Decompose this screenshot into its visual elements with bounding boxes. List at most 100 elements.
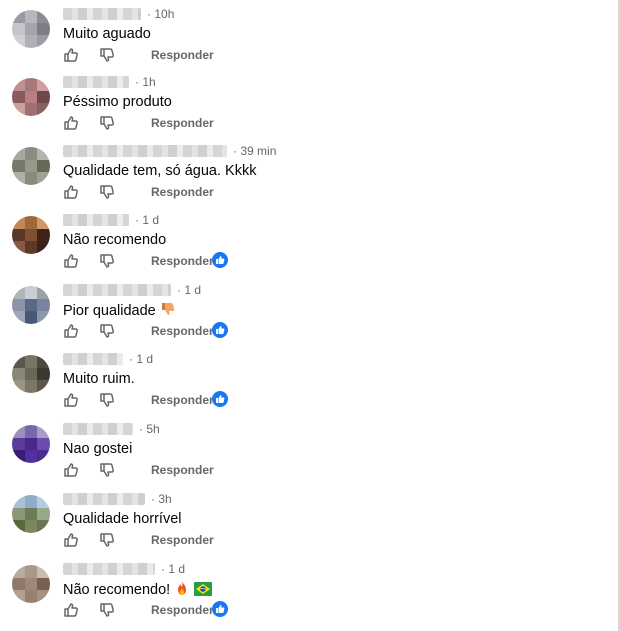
comment-actions: Responder [63, 182, 214, 202]
comment-timestamp[interactable]: 1 d [161, 562, 185, 576]
like-reaction-icon[interactable] [212, 252, 228, 268]
reply-button[interactable]: Responder [151, 603, 214, 617]
comment-text: Não recomendo! [63, 580, 213, 601]
comment-item: 3h Qualidade horrível Responder [0, 490, 600, 560]
avatar[interactable] [12, 355, 50, 393]
avatar[interactable] [12, 10, 50, 48]
like-icon[interactable] [63, 253, 79, 269]
like-icon[interactable] [63, 462, 79, 478]
comment-item: 1h Péssimo produto Responder [0, 73, 600, 143]
comment-text: Péssimo produto [63, 93, 172, 111]
dislike-icon[interactable] [99, 323, 115, 339]
dislike-icon[interactable] [99, 47, 115, 63]
reply-button[interactable]: Responder [151, 324, 214, 338]
dislike-icon[interactable] [99, 602, 115, 618]
dislike-icon[interactable] [99, 184, 115, 200]
comment-item: 10h Muito aguado Responder [0, 5, 600, 75]
like-icon[interactable] [63, 602, 79, 618]
avatar[interactable] [12, 147, 50, 185]
dislike-icon[interactable] [99, 253, 115, 269]
like-icon[interactable] [63, 184, 79, 200]
comment-text-content: Não recomendo! [63, 582, 171, 598]
avatar[interactable] [12, 286, 50, 324]
avatar[interactable] [12, 495, 50, 533]
redacted-author-name[interactable] [63, 493, 145, 505]
avatar[interactable] [12, 425, 50, 463]
comment-timestamp[interactable]: 10h [147, 7, 174, 21]
redacted-author-name[interactable] [63, 353, 123, 365]
like-reaction-icon[interactable] [212, 601, 228, 617]
reply-button[interactable]: Responder [151, 185, 214, 199]
comment-item: 1 d Pior qualidade Responder [0, 281, 600, 351]
comment-timestamp[interactable]: 1 d [177, 283, 201, 297]
comment-text: Muito ruim. [63, 370, 135, 388]
comment-actions: Responder [63, 600, 214, 620]
reply-button[interactable]: Responder [151, 533, 214, 547]
comment-meta: 1 d [63, 352, 153, 366]
reply-button[interactable]: Responder [151, 463, 214, 477]
comment-meta: 1h [63, 75, 156, 89]
comment-actions: Responder [63, 530, 214, 550]
comment-actions: Responder [63, 45, 214, 65]
like-reaction-icon[interactable] [212, 391, 228, 407]
like-icon[interactable] [63, 47, 79, 63]
comment-timestamp[interactable]: 39 min [233, 144, 276, 158]
comment-text-content: Péssimo produto [63, 94, 172, 110]
avatar[interactable] [12, 78, 50, 116]
comment-timestamp[interactable]: 1 d [135, 213, 159, 227]
comment-item: 1 d Não recomendo Responder [0, 211, 600, 281]
redacted-author-name[interactable] [63, 8, 141, 20]
like-icon[interactable] [63, 323, 79, 339]
comment-timestamp[interactable]: 1 d [129, 352, 153, 366]
comment-meta: 39 min [63, 144, 276, 158]
comment-text-content: Qualidade horrível [63, 511, 182, 527]
comment-timestamp[interactable]: 5h [139, 422, 159, 436]
comment-text: Pior qualidade [63, 301, 176, 322]
avatar[interactable] [12, 216, 50, 254]
comment-actions: Responder [63, 460, 214, 480]
comment-meta: 1 d [63, 283, 201, 297]
redacted-author-name[interactable] [63, 145, 227, 157]
comment-item: 5h Nao gostei Responder [0, 420, 600, 490]
like-icon[interactable] [63, 392, 79, 408]
like-icon[interactable] [63, 115, 79, 131]
brazil-flag-icon [194, 582, 213, 601]
comment-text: Muito aguado [63, 25, 151, 43]
comment-timestamp[interactable]: 3h [151, 492, 171, 506]
comment-meta: 1 d [63, 562, 185, 576]
dislike-icon[interactable] [99, 115, 115, 131]
comment-actions: Responder [63, 390, 214, 410]
redacted-author-name[interactable] [63, 563, 155, 575]
thumbs-down-icon [160, 301, 176, 322]
comment-item: 1 d Muito ruim. Responder [0, 350, 600, 420]
redacted-author-name[interactable] [63, 76, 129, 88]
comment-actions: Responder [63, 251, 214, 271]
comment-actions: Responder [63, 113, 214, 133]
comment-text-content: Pior qualidade [63, 303, 156, 319]
redacted-author-name[interactable] [63, 423, 133, 435]
like-reaction-icon[interactable] [212, 322, 228, 338]
like-icon[interactable] [63, 532, 79, 548]
comment-meta: 10h [63, 7, 174, 21]
comment-timestamp[interactable]: 1h [135, 75, 155, 89]
comment-meta: 1 d [63, 213, 159, 227]
comments-panel: 10h Muito aguado Responder 1h Péssimo pr… [0, 0, 620, 631]
comment-text-content: Muito aguado [63, 26, 151, 42]
redacted-author-name[interactable] [63, 214, 129, 226]
avatar[interactable] [12, 565, 50, 603]
reply-button[interactable]: Responder [151, 48, 214, 62]
fire-icon [174, 580, 190, 601]
comment-item: 39 min Qualidade tem, só água. Kkkk Resp… [0, 142, 600, 212]
dislike-icon[interactable] [99, 392, 115, 408]
comment-text: Nao gostei [63, 440, 132, 458]
reply-button[interactable]: Responder [151, 116, 214, 130]
reply-button[interactable]: Responder [151, 254, 214, 268]
comment-text-content: Nao gostei [63, 441, 133, 457]
comment-meta: 5h [63, 422, 160, 436]
dislike-icon[interactable] [99, 462, 115, 478]
reply-button[interactable]: Responder [151, 393, 214, 407]
comment-text: Qualidade tem, só água. Kkkk [63, 162, 256, 180]
comment-text-content: Qualidade tem, só água. Kkkk [63, 163, 257, 179]
dislike-icon[interactable] [99, 532, 115, 548]
redacted-author-name[interactable] [63, 284, 171, 296]
